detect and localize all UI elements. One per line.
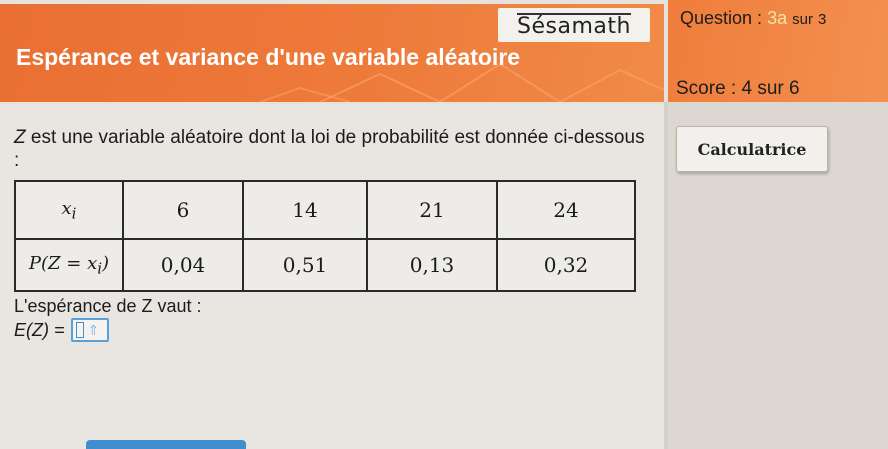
- sesamath-logo: Sésamath: [498, 8, 650, 42]
- calculator-button[interactable]: Calculatrice: [676, 126, 828, 172]
- answer-label: E(Z) =: [14, 319, 65, 340]
- probability-table: xi 6 14 21 24 P(Z = xi) 0,04 0,51 0,13 0…: [14, 180, 636, 292]
- progress-header: Question : 3a sur 3 Score : 4 sur 6: [668, 0, 888, 102]
- exercise-content: Z est une variable aléatoire dont la loi…: [0, 104, 664, 449]
- text-cursor-icon: [75, 322, 84, 338]
- table-row-probabilities: P(Z = xi) 0,04 0,51 0,13 0,32: [14, 238, 636, 292]
- sesamath-logo-text: Sésamath: [517, 12, 631, 39]
- up-arrow-icon: ⇑: [87, 321, 100, 338]
- answer-line: E(Z) = ⇑: [14, 318, 109, 342]
- validate-button[interactable]: [86, 440, 246, 449]
- problem-statement: Z est une variable aléatoire dont la loi…: [14, 126, 654, 172]
- value-cell: 6: [122, 180, 244, 240]
- probability-cell: 0,51: [242, 238, 368, 292]
- exercise-title: Espérance et variance d'une variable alé…: [16, 44, 521, 70]
- panel-divider: [664, 102, 668, 449]
- table-row-values: xi 6 14 21 24: [14, 180, 636, 240]
- question-total: 3: [817, 11, 827, 28]
- exercise-banner: Sésamath Espérance et variance d'une var…: [0, 4, 664, 102]
- probability-cell: 0,13: [366, 238, 498, 292]
- expectation-prompt: L'espérance de Z vaut :: [14, 296, 202, 316]
- question-current: 3a: [767, 8, 788, 28]
- question-indicator: Question : 3a sur 3: [680, 8, 826, 29]
- value-cell: 21: [366, 180, 498, 240]
- probability-cell: 0,32: [496, 238, 636, 292]
- side-panel: Question : 3a sur 3 Score : 4 sur 6: [668, 0, 888, 449]
- statement-text: est une variable aléatoire dont la loi d…: [14, 127, 645, 171]
- statement-variable: Z: [14, 127, 26, 148]
- header-probability: P(Z = xi): [14, 238, 124, 292]
- header-xi: xi: [14, 180, 124, 240]
- value-cell: 14: [242, 180, 368, 240]
- question-sur: sur: [792, 11, 813, 28]
- answer-input[interactable]: ⇑: [70, 318, 109, 342]
- question-prefix: Question :: [680, 8, 763, 28]
- probability-cell: 0,04: [122, 238, 244, 292]
- score-display: Score : 4 sur 6: [676, 78, 800, 99]
- value-cell: 24: [496, 180, 636, 240]
